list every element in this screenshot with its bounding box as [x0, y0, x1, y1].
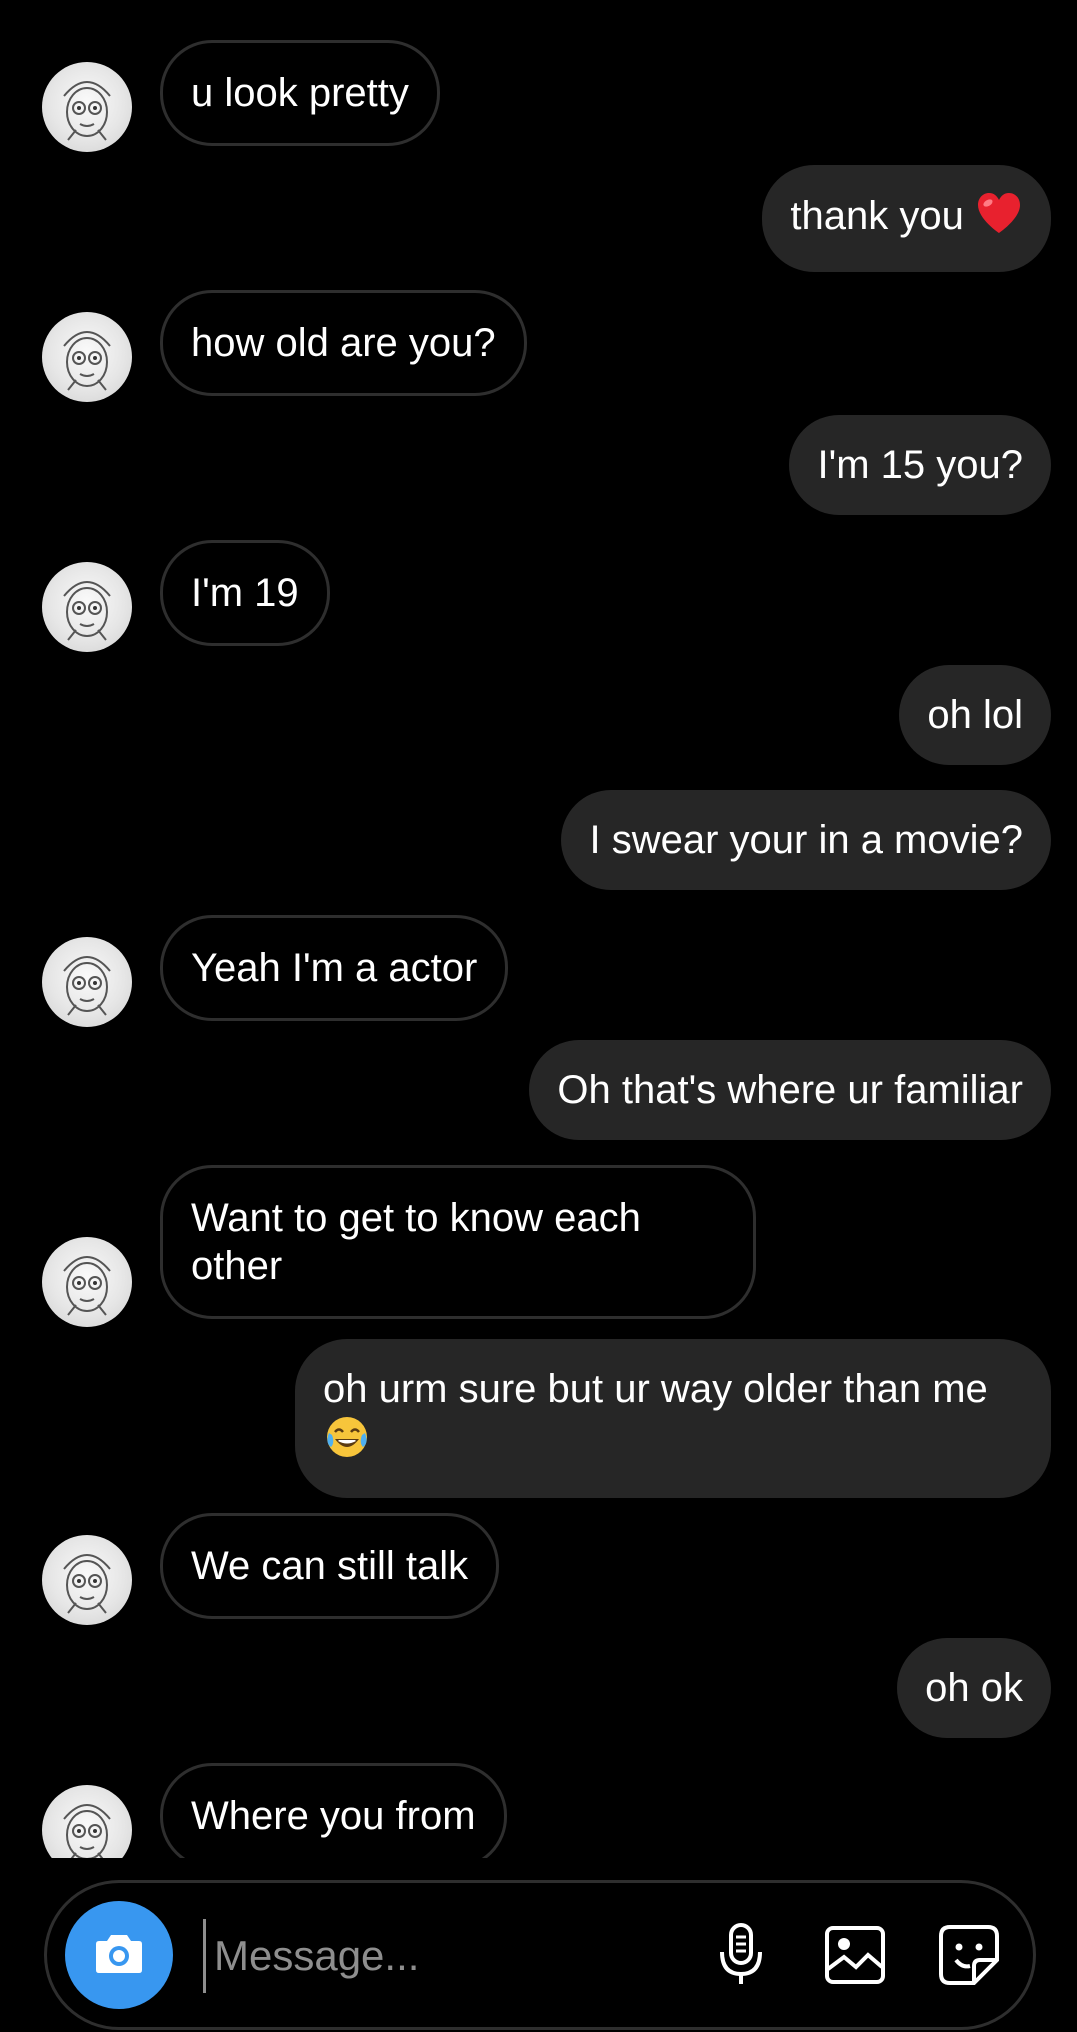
- laughing-emoji-icon: [323, 1413, 371, 1472]
- incoming-message-bubble[interactable]: We can still talk: [160, 1513, 500, 1619]
- gallery-button[interactable]: [817, 1919, 893, 1995]
- outgoing-message-bubble[interactable]: thank you: [762, 165, 1051, 272]
- camera-button[interactable]: [65, 1901, 173, 2009]
- sender-avatar[interactable]: [42, 312, 132, 402]
- incoming-message-bubble[interactable]: Want to get to know each other: [160, 1165, 756, 1319]
- sender-avatar[interactable]: [42, 1785, 132, 1858]
- outgoing-message-bubble[interactable]: I'm 15 you?: [789, 415, 1051, 515]
- incoming-message-bubble[interactable]: I'm 19: [160, 540, 330, 646]
- incoming-message-bubble[interactable]: how old are you?: [160, 290, 527, 396]
- sender-avatar[interactable]: [42, 62, 132, 152]
- message-text: oh urm sure but ur way older than me: [323, 1367, 988, 1411]
- incoming-message-bubble[interactable]: u look pretty: [160, 40, 440, 146]
- sender-avatar[interactable]: [42, 937, 132, 1027]
- sticker-icon: [938, 1924, 1000, 1991]
- message-thread[interactable]: u look pretty thank you how old are you?…: [0, 0, 1077, 1858]
- microphone-icon: [715, 1922, 767, 1993]
- outgoing-message-bubble[interactable]: I swear your in a movie?: [561, 790, 1051, 890]
- outgoing-message-bubble[interactable]: oh urm sure but ur way older than me: [295, 1339, 1051, 1498]
- message-composer: [44, 1880, 1036, 2030]
- sticker-button[interactable]: [931, 1919, 1007, 1995]
- incoming-message-bubble[interactable]: Where you from: [160, 1763, 507, 1858]
- outgoing-message-bubble[interactable]: oh lol: [899, 665, 1051, 765]
- heart-emoji-icon: [975, 191, 1023, 246]
- message-text: thank you: [790, 194, 964, 239]
- outgoing-message-bubble[interactable]: Oh that's where ur familiar: [529, 1040, 1051, 1140]
- gallery-icon: [824, 1925, 886, 1990]
- sender-avatar[interactable]: [42, 562, 132, 652]
- microphone-button[interactable]: [703, 1919, 779, 1995]
- camera-icon: [94, 1931, 144, 1980]
- sender-avatar[interactable]: [42, 1237, 132, 1327]
- incoming-message-bubble[interactable]: Yeah I'm a actor: [160, 915, 509, 1021]
- outgoing-message-bubble[interactable]: oh ok: [897, 1638, 1051, 1738]
- sender-avatar[interactable]: [42, 1535, 132, 1625]
- message-input[interactable]: [203, 1919, 654, 1993]
